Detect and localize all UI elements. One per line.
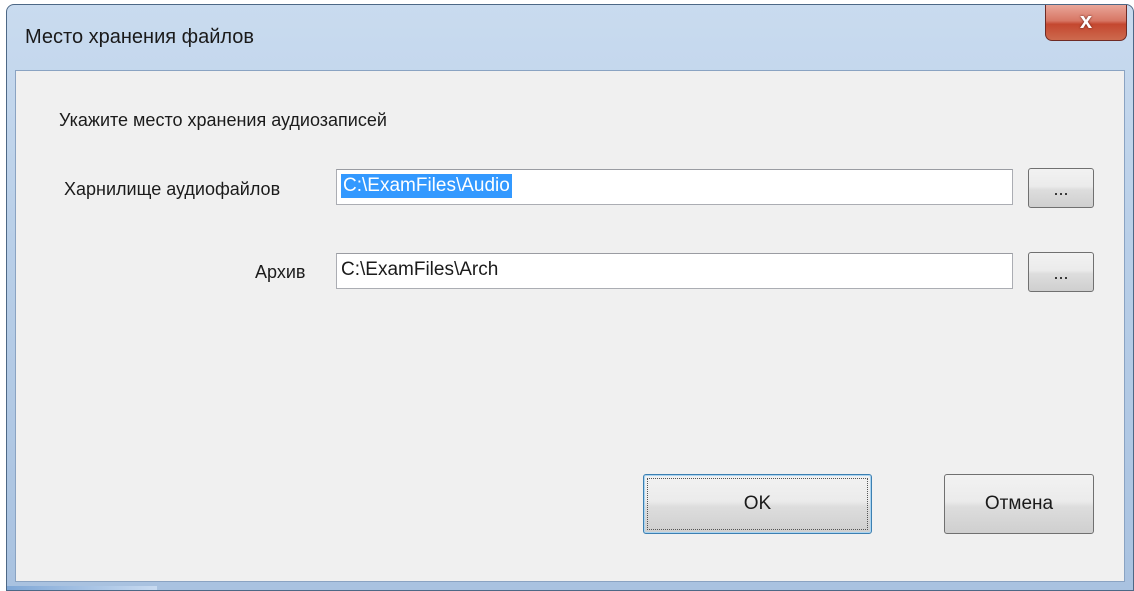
close-icon: x: [1079, 8, 1093, 33]
window-title: Место хранения файлов: [25, 26, 255, 48]
ok-button[interactable]: OK: [643, 474, 872, 534]
window-bottom-edge: [7, 586, 157, 590]
archive-value: C:\ExamFiles\Arch: [341, 259, 499, 280]
dialog-window: Место хранения файлов x Укажите место хр…: [6, 4, 1134, 591]
cancel-button[interactable]: Отмена: [944, 474, 1094, 534]
archive-browse-button[interactable]: ...: [1028, 252, 1094, 292]
dialog-client-area: Укажите место хранения аудиозаписей Харн…: [15, 70, 1125, 582]
title-bar[interactable]: Место хранения файлов x: [7, 5, 1133, 71]
audio-storage-value: C:\ExamFiles\Audio: [341, 174, 512, 198]
archive-input[interactable]: C:\ExamFiles\Arch: [336, 253, 1013, 289]
instruction-text: Укажите место хранения аудиозаписей: [59, 110, 387, 130]
archive-label: Архив: [255, 262, 306, 282]
audio-storage-browse-button[interactable]: ...: [1028, 168, 1094, 208]
audio-storage-label: Харнилище аудиофайлов: [64, 179, 281, 199]
close-button[interactable]: x: [1045, 5, 1127, 41]
audio-storage-input[interactable]: C:\ExamFiles\Audio: [336, 169, 1013, 205]
focus-rectangle: [647, 478, 868, 530]
